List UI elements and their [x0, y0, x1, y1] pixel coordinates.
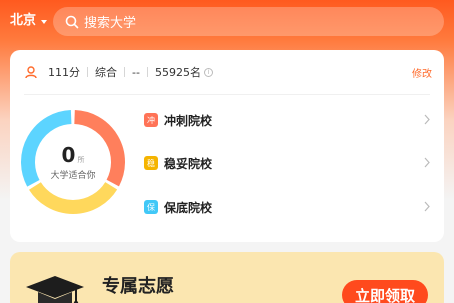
- score-points: 111分: [48, 66, 80, 79]
- donut-center: 0 所 大学适合你: [20, 109, 126, 215]
- tier-label: 稳妥院校: [164, 156, 213, 171]
- top-bar: 北京 搜索大学: [0, 0, 454, 44]
- score-rank: 55925名: [154, 66, 201, 79]
- tier-label: 保底院校: [164, 200, 213, 215]
- graduation-cap-icon: [26, 276, 84, 303]
- claim-button[interactable]: 立即领取: [342, 280, 428, 303]
- person-icon: [25, 66, 37, 79]
- chevron-right-icon: [424, 157, 430, 168]
- search-placeholder: 搜索大学: [84, 16, 137, 31]
- separator: [124, 67, 125, 77]
- chevron-right-icon: [424, 114, 430, 125]
- score-summary[interactable]: 111分 综合 -- 55925名 i: [10, 50, 444, 94]
- safe-badge-icon: 稳: [144, 156, 158, 170]
- chevron-right-icon: [424, 201, 430, 212]
- reach-badge-icon: 冲: [144, 113, 158, 127]
- score-dash: --: [132, 65, 140, 79]
- divider: [24, 94, 430, 95]
- city-label: 北京: [10, 13, 37, 28]
- tier-reach[interactable]: 冲 冲刺院校: [144, 108, 436, 132]
- caret-down-icon: [41, 19, 48, 24]
- exclusive-plan-banner[interactable]: 专属志愿 立即领取: [10, 252, 444, 303]
- promo-title: 专属志愿: [102, 276, 174, 297]
- modify-link[interactable]: 修改: [412, 65, 432, 80]
- backup-badge-icon: 保: [144, 200, 158, 214]
- match-count: 0: [61, 142, 76, 167]
- tier-label: 冲刺院校: [164, 113, 213, 128]
- match-caption: 大学适合你: [50, 170, 96, 181]
- tier-safe[interactable]: 稳 稳妥院校: [144, 151, 436, 175]
- info-icon[interactable]: i: [203, 67, 213, 77]
- score-subject: 综合: [95, 66, 117, 79]
- separator: [146, 67, 148, 77]
- city-selector[interactable]: 北京: [10, 12, 48, 30]
- search-icon: [65, 15, 79, 28]
- search-bar[interactable]: 搜索大学: [53, 7, 444, 36]
- separator: [87, 67, 88, 77]
- match-unit: 所: [77, 155, 85, 164]
- recommend-card: 111分 综合 -- 55925名 i 修改 0 所 大学适合你 冲 冲刺院校 …: [10, 50, 444, 242]
- tier-backup[interactable]: 保 保底院校: [144, 195, 436, 219]
